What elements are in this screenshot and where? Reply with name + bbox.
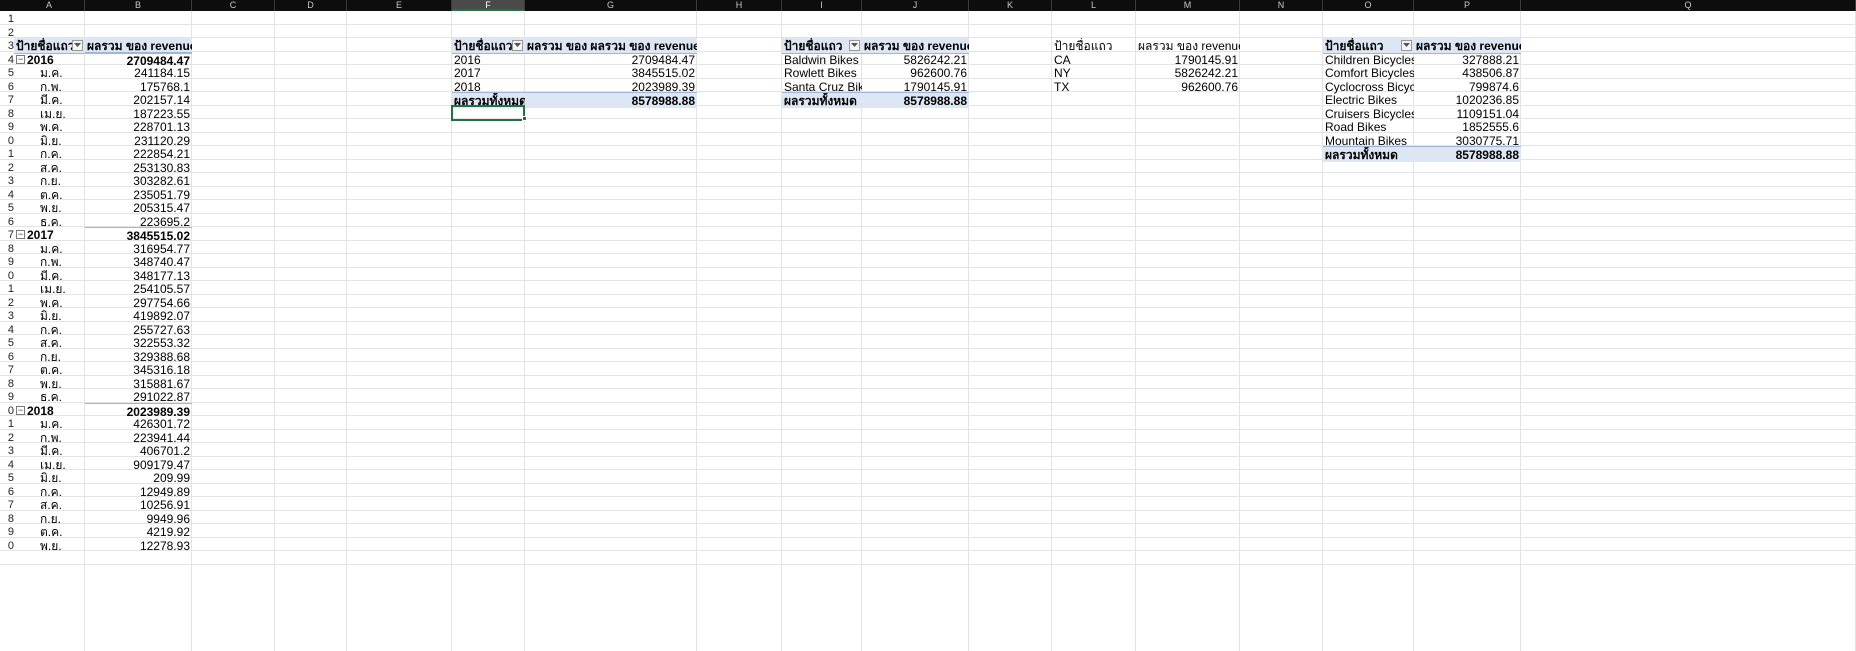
collapse-minus-icon[interactable]: − xyxy=(16,55,25,64)
fill-handle[interactable] xyxy=(522,116,527,121)
gridline-horizontal xyxy=(0,280,1856,281)
pivot3-total-label: ผลรวมทั้งหมด xyxy=(782,92,862,108)
gridline-horizontal xyxy=(0,415,1856,416)
gridline-horizontal xyxy=(0,199,1856,200)
gridline-vertical xyxy=(274,11,275,651)
pivot5-total-label: ผลรวมทั้งหมด xyxy=(1323,146,1414,162)
column-header-o[interactable]: O xyxy=(1323,0,1414,11)
gridline-horizontal xyxy=(0,145,1856,146)
pivot2-total-value: 8578988.88 xyxy=(525,92,697,108)
gridline-horizontal xyxy=(0,348,1856,349)
column-header-j[interactable]: J xyxy=(862,0,969,11)
column-header-c[interactable]: C xyxy=(192,0,275,11)
column-header-h[interactable]: H xyxy=(697,0,782,11)
column-header-k[interactable]: K xyxy=(969,0,1052,11)
gridline-horizontal xyxy=(0,253,1856,254)
gridline-horizontal xyxy=(0,456,1856,457)
gridline-horizontal xyxy=(0,186,1856,187)
pivot5-total-value: 8578988.88 xyxy=(1414,146,1521,162)
column-header-a[interactable]: A xyxy=(14,0,85,11)
table4-row-value: 962600.76 xyxy=(1181,80,1238,94)
gridline-horizontal xyxy=(0,429,1856,430)
column-header-g[interactable]: G xyxy=(525,0,697,11)
column-header-l[interactable]: L xyxy=(1052,0,1136,11)
collapse-minus-icon[interactable]: − xyxy=(16,406,25,415)
active-cell-selection[interactable] xyxy=(451,105,525,121)
gridline-horizontal xyxy=(0,321,1856,322)
column-header-n[interactable]: N xyxy=(1240,0,1323,11)
column-header-p[interactable]: P xyxy=(1414,0,1521,11)
gridline-horizontal xyxy=(0,537,1856,538)
gridline-horizontal xyxy=(0,24,1856,25)
gridline-horizontal xyxy=(0,510,1856,511)
gridline-horizontal xyxy=(0,469,1856,470)
gridline-vertical xyxy=(1135,11,1136,651)
gridline-vertical xyxy=(346,11,347,651)
gridline-horizontal xyxy=(0,240,1856,241)
pivot2-filter-dropdown-icon[interactable] xyxy=(512,40,523,51)
gridline-horizontal xyxy=(0,172,1856,173)
column-header-f[interactable]: F xyxy=(452,0,525,11)
collapse-minus-icon[interactable]: − xyxy=(16,230,25,239)
gridline-horizontal xyxy=(0,496,1856,497)
gridline-horizontal xyxy=(0,213,1856,214)
gridline-horizontal xyxy=(0,361,1856,362)
pivot1-month-label: พ.ย. xyxy=(40,539,62,553)
gridline-horizontal xyxy=(0,442,1856,443)
gridline-horizontal xyxy=(0,307,1856,308)
gridline-horizontal xyxy=(0,402,1856,403)
pivot1-value: 12278.93 xyxy=(139,539,190,553)
gridline-horizontal xyxy=(0,483,1856,484)
pivot3-total-value: 8578988.88 xyxy=(862,92,969,108)
gridline-vertical xyxy=(1051,11,1052,651)
gridline-horizontal xyxy=(0,226,1856,227)
column-header-b[interactable]: B xyxy=(85,0,192,11)
gridline-horizontal xyxy=(0,388,1856,389)
column-header-q[interactable]: Q xyxy=(1521,0,1856,11)
table4-row-label: TX xyxy=(1054,80,1070,94)
column-header-m[interactable]: M xyxy=(1136,0,1240,11)
gridline-horizontal xyxy=(0,523,1856,524)
pivot3-filter-dropdown-icon[interactable] xyxy=(849,40,860,51)
gridline-vertical xyxy=(1239,11,1240,651)
gridline-horizontal xyxy=(0,375,1856,376)
gridline-horizontal xyxy=(0,267,1856,268)
row-header[interactable]: 0 xyxy=(0,538,14,554)
gridline-horizontal xyxy=(0,132,1856,133)
gridline-horizontal xyxy=(0,550,1856,551)
column-header-i[interactable]: I xyxy=(782,0,862,11)
gridline-horizontal xyxy=(0,159,1856,160)
gridline-horizontal xyxy=(0,294,1856,295)
column-header-d[interactable]: D xyxy=(275,0,347,11)
column-header-e[interactable]: E xyxy=(347,0,452,11)
pivot5-sort-dropdown-icon[interactable] xyxy=(1401,40,1412,51)
gridline-horizontal xyxy=(0,564,1856,565)
spreadsheet-grid[interactable]: ABCDEFGHIJKLMNOPQ12345678901234567890123… xyxy=(0,0,1856,651)
gridline-horizontal xyxy=(0,334,1856,335)
pivot1-filter-dropdown-icon[interactable] xyxy=(72,40,83,51)
gridline-horizontal xyxy=(0,118,1856,119)
